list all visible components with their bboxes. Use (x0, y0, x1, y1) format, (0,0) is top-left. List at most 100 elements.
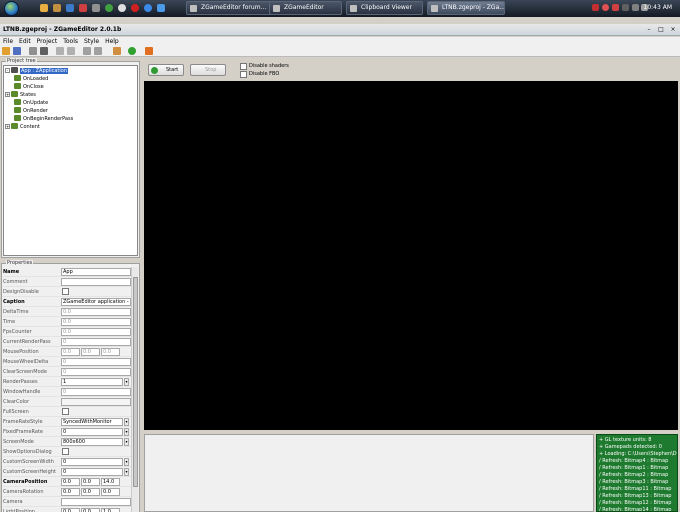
tray-icon-2[interactable] (602, 4, 609, 11)
task-button-forum[interactable]: ZGameEditor forum... (186, 1, 272, 15)
maximize-button[interactable]: □ (656, 26, 666, 34)
property-vector-field[interactable]: 0.0 (101, 488, 120, 496)
properties-scrollbar[interactable] (131, 267, 138, 512)
menu-tools[interactable]: Tools (60, 37, 81, 46)
property-vector-field[interactable]: 0.0 (61, 478, 80, 486)
property-value-field[interactable]: 0.0 (61, 308, 131, 316)
tray-icon-1[interactable] (592, 4, 599, 11)
quicklaunch-chrome-icon[interactable] (118, 4, 126, 12)
tree-item-onupdate[interactable]: OnUpdate (14, 99, 48, 107)
property-vector-field[interactable]: 0.0 (81, 478, 100, 486)
property-value-field[interactable]: 0 (61, 428, 123, 436)
property-value-field[interactable]: 800x600 (61, 438, 123, 446)
paste-icon[interactable] (94, 47, 102, 55)
property-value-field[interactable]: 0 (61, 358, 131, 366)
dropdown-arrow-icon[interactable]: ▾ (124, 378, 129, 386)
property-vector-field[interactable]: 0.0 (81, 348, 100, 356)
move-down-icon[interactable] (67, 47, 75, 55)
project-tree[interactable]: - App : ZApplication OnLoaded OnClose + St… (3, 65, 138, 256)
disable-shaders-checkbox[interactable] (240, 63, 247, 70)
menu-edit[interactable]: Edit (16, 37, 34, 46)
dropdown-arrow-icon[interactable]: ▾ (124, 468, 129, 476)
stop-button[interactable]: Stop (190, 64, 226, 76)
tray-icon-4[interactable] (622, 4, 629, 11)
open-icon[interactable] (2, 47, 10, 55)
property-value-field[interactable]: 0 (61, 458, 123, 466)
build-icon[interactable] (113, 47, 121, 55)
menu-help[interactable]: Help (102, 37, 122, 46)
quicklaunch-green-icon[interactable] (105, 4, 113, 12)
tree-item-onclose[interactable]: OnClose (14, 83, 44, 91)
start-button[interactable]: Start (148, 64, 184, 76)
quicklaunch-tool-icon[interactable] (53, 4, 61, 12)
delete-icon[interactable] (40, 47, 48, 55)
property-checkbox[interactable] (62, 448, 69, 455)
task-button-clipboard[interactable]: Clipboard Viewer (346, 1, 423, 15)
quicklaunch-settings-icon[interactable] (92, 4, 100, 12)
tray-icon-3[interactable] (612, 4, 619, 11)
save-icon[interactable] (13, 47, 21, 55)
quicklaunch-ie-icon[interactable] (144, 4, 152, 12)
window-titlebar[interactable]: LTNB.zgeproj - ZGameEditor 2.0.1b – □ × (0, 24, 680, 36)
task-button-project[interactable]: LTNB.zgeproj - ZGa... (427, 1, 505, 15)
property-value-field[interactable]: 0 (61, 468, 123, 476)
collapse-icon[interactable]: - (5, 68, 10, 73)
property-value-field[interactable]: 0.0 (61, 328, 131, 336)
log-window[interactable]: + GL texture units: 8 + Gamepads detected… (596, 434, 678, 512)
tree-item-onbeginrenderpass[interactable]: OnBeginRenderPass (14, 115, 73, 123)
quicklaunch-opera-icon[interactable] (131, 4, 139, 12)
dropdown-arrow-icon[interactable]: ▾ (124, 428, 129, 436)
property-vector-field[interactable]: 14.0 (101, 478, 120, 486)
menu-file[interactable]: File (0, 37, 16, 46)
property-value-field[interactable]: SyncedWithMonitor (61, 418, 123, 426)
property-vector-field[interactable]: 0.0 (101, 348, 120, 356)
scrollbar-thumb[interactable] (133, 277, 138, 487)
menu-style[interactable]: Style (81, 37, 102, 46)
dropdown-arrow-icon[interactable]: ▾ (124, 438, 129, 446)
property-value-field[interactable]: 0 (61, 338, 131, 346)
move-up-icon[interactable] (56, 47, 64, 55)
preview-canvas[interactable] (144, 81, 678, 430)
tree-item-content[interactable]: + Content (5, 123, 40, 131)
tree-item-onloaded[interactable]: OnLoaded (14, 75, 48, 83)
property-vector-field[interactable]: 0.0 (61, 488, 80, 496)
run-icon[interactable] (128, 47, 136, 55)
close-button[interactable]: × (668, 26, 678, 34)
property-value-field[interactable]: ZGameEditor application - Li (61, 298, 131, 306)
property-value-field[interactable]: 0 (61, 368, 131, 376)
task-button-zgameeditor[interactable]: ZGameEditor (269, 1, 342, 15)
quicklaunch-download-icon[interactable] (157, 4, 165, 12)
quicklaunch-app-icon[interactable] (66, 4, 74, 12)
quicklaunch-folder-icon[interactable] (40, 4, 48, 12)
dropdown-arrow-icon[interactable]: ▾ (124, 418, 129, 426)
property-vector-field[interactable]: 0.0 (61, 348, 80, 356)
zge-logo-icon[interactable] (145, 47, 153, 55)
property-value-field[interactable]: 1 (61, 378, 123, 386)
property-value-field[interactable]: 0 (61, 388, 131, 396)
add-component-icon[interactable] (29, 47, 37, 55)
property-value-field[interactable]: App (61, 268, 131, 276)
property-value-field[interactable] (61, 398, 131, 406)
property-checkbox[interactable] (62, 288, 69, 295)
tree-item-states[interactable]: + States (5, 91, 36, 99)
tree-item-app[interactable]: - App : ZApplication (5, 67, 68, 75)
expand-icon[interactable]: + (5, 124, 10, 129)
copy-icon[interactable] (83, 47, 91, 55)
property-vector-field[interactable]: 0.0 (81, 488, 100, 496)
disable-fbo-checkbox[interactable] (240, 71, 247, 78)
quicklaunch-media-icon[interactable] (79, 4, 87, 12)
minimize-button[interactable]: – (644, 26, 654, 34)
tree-item-onrender[interactable]: OnRender (14, 107, 48, 115)
property-value-field[interactable] (61, 498, 131, 506)
property-checkbox[interactable] (62, 408, 69, 415)
property-value-field[interactable] (61, 278, 131, 286)
start-orb-icon[interactable] (4, 1, 19, 16)
property-vector-field[interactable]: 0.0 (61, 508, 80, 512)
expand-icon[interactable]: + (5, 92, 10, 97)
property-vector-field[interactable]: 0.0 (81, 508, 100, 512)
dropdown-arrow-icon[interactable]: ▾ (124, 458, 129, 466)
property-value-field[interactable]: 0.0 (61, 318, 131, 326)
taskbar-clock[interactable]: 10:43 AM (644, 2, 672, 14)
network-icon[interactable] (632, 4, 639, 11)
menu-project[interactable]: Project (34, 37, 61, 46)
